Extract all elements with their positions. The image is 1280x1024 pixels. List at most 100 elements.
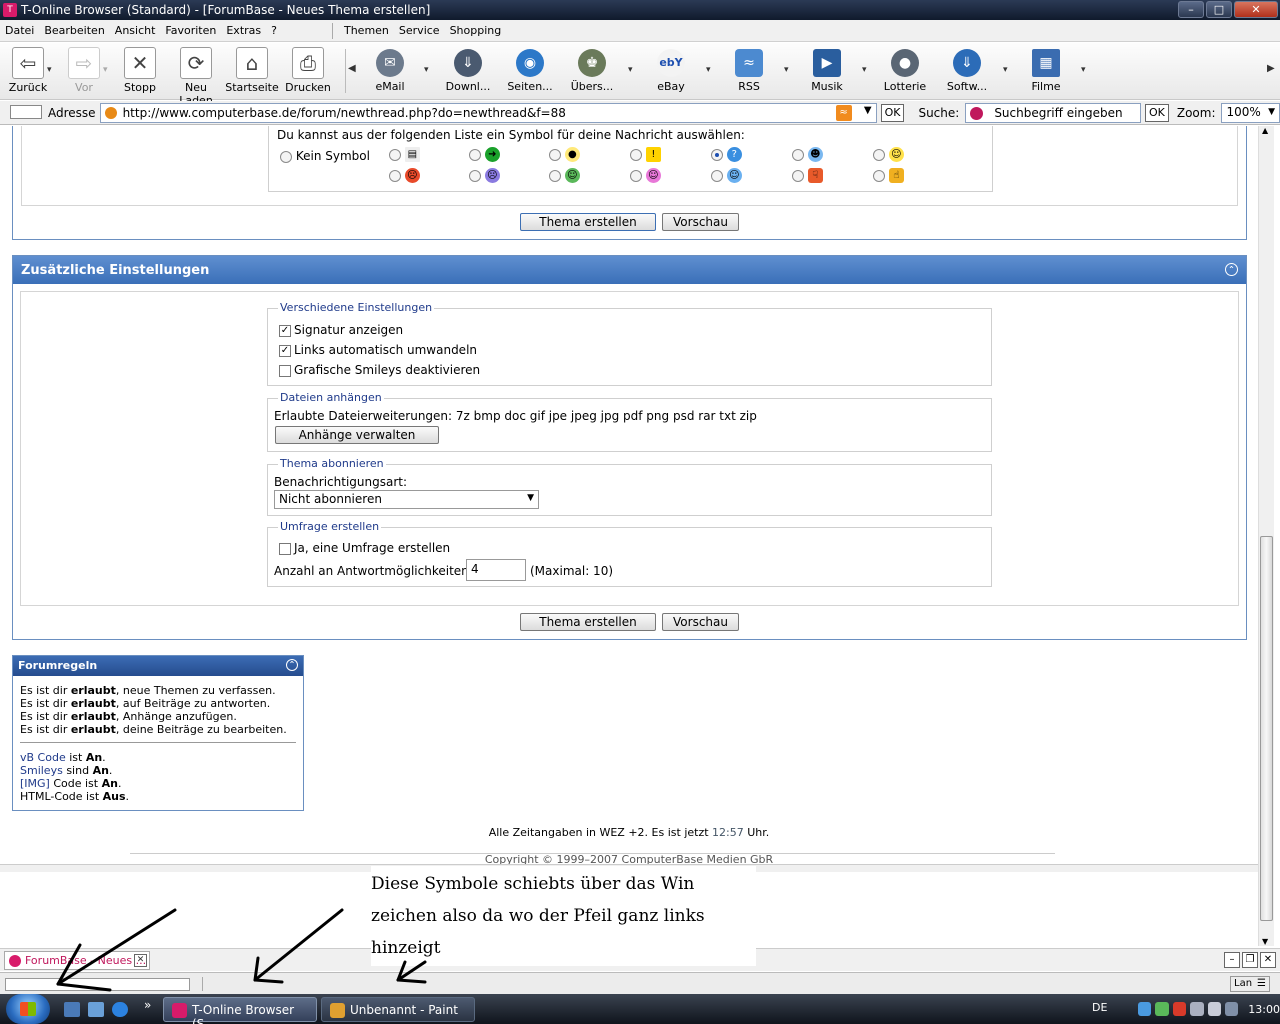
radio-icon[interactable]	[630, 169, 642, 182]
preview-button-bottom[interactable]: Vorschau	[662, 613, 739, 631]
smileys-link[interactable]: Smileys	[20, 764, 63, 777]
tray-monitor-icon[interactable]	[1190, 1002, 1204, 1016]
menu-ansicht[interactable]: Ansicht	[115, 24, 156, 37]
rss-button[interactable]: ≈ RSS	[717, 49, 781, 93]
post-icon-wink[interactable]: ☺	[711, 168, 742, 183]
disable-smileys-checkbox[interactable]	[279, 364, 291, 377]
menu-service[interactable]: Service	[399, 24, 440, 37]
music-dropdown-icon[interactable]: ▾	[862, 65, 867, 75]
switch-windows-icon[interactable]	[88, 1002, 104, 1017]
menu-bearbeiten[interactable]: Bearbeiten	[44, 24, 104, 37]
tray-network-icon[interactable]	[1138, 1002, 1152, 1016]
post-icon-question[interactable]: ?	[711, 147, 742, 162]
tray-app-icon[interactable]	[1155, 1002, 1169, 1016]
collapse-icon[interactable]: ⌃	[286, 659, 298, 671]
go-button[interactable]: OK	[880, 103, 905, 122]
search-input[interactable]: Suchbegriff eingeben	[965, 102, 1141, 123]
post-icon-laugh[interactable]: ☺	[630, 168, 661, 183]
toolbar-scroll-left-icon[interactable]: ◀	[348, 63, 356, 74]
tray-security-icon[interactable]	[1172, 1002, 1187, 1016]
reload-button[interactable]: ⟳ Neu Laden	[168, 45, 224, 107]
radio-icon[interactable]	[389, 148, 401, 161]
clock[interactable]: 13:00	[1248, 1003, 1280, 1016]
stop-button[interactable]: ✕ Stopp	[112, 45, 168, 94]
manage-attachments-button[interactable]: Anhänge verwalten	[275, 426, 439, 444]
scrollbar-thumb[interactable]	[1260, 536, 1273, 921]
software-dropdown-icon[interactable]: ▾	[1003, 65, 1008, 75]
poll-count-input[interactable]: 4	[466, 559, 526, 581]
menu-extras[interactable]: Extras	[226, 24, 261, 37]
auto-links-option[interactable]: ✓ Links automatisch umwandeln	[279, 343, 477, 357]
post-icon-cool[interactable]: ☻	[792, 147, 823, 162]
toolbar-scroll-right-icon[interactable]: ▶	[1267, 63, 1275, 74]
signature-option[interactable]: ✓ Signatur anzeigen	[279, 323, 403, 337]
language-indicator[interactable]: DE	[1092, 1001, 1107, 1014]
url-dropdown-icon[interactable]: ▼	[864, 105, 872, 116]
software-button[interactable]: ⇓ Softw...	[935, 49, 999, 93]
start-button[interactable]	[6, 994, 50, 1024]
minimize-button[interactable]: –	[1178, 1, 1204, 18]
auto-links-checkbox[interactable]: ✓	[279, 344, 291, 357]
search-go-button[interactable]: OK	[1144, 103, 1169, 122]
create-thread-button-bottom[interactable]: Thema erstellen	[520, 613, 656, 631]
radio-no-symbol[interactable]	[280, 150, 292, 163]
url-input[interactable]: http://www.computerbase.de/forum/newthre…	[99, 102, 877, 123]
radio-icon[interactable]	[792, 148, 804, 161]
translate-button[interactable]: ♚ Übers...	[560, 49, 624, 93]
create-thread-button-top[interactable]: Thema erstellen	[520, 213, 656, 231]
music-button[interactable]: ▶ Musik	[795, 49, 859, 93]
address-toggle-icon[interactable]	[10, 105, 42, 119]
poll-option[interactable]: Ja, eine Umfrage erstellen	[279, 541, 450, 555]
post-icon-arrow[interactable]: ➜	[469, 147, 500, 162]
internet-explorer-icon[interactable]	[112, 1002, 128, 1017]
post-icon-angry[interactable]: ☹	[389, 168, 420, 183]
back-dropdown-icon[interactable]: ▾	[47, 65, 52, 75]
taskbar-browser[interactable]: T-Online Browser (S...	[163, 997, 317, 1024]
translate-dropdown-icon[interactable]: ▾	[628, 65, 633, 75]
scroll-down-icon[interactable]: ▼	[1262, 937, 1268, 946]
menu-themen[interactable]: Themen	[344, 24, 389, 37]
tab-restore-icon[interactable]: ❐	[1242, 952, 1258, 968]
email-button[interactable]: ✉ eMail	[358, 49, 422, 93]
post-icon-sad[interactable]: ☹	[469, 168, 500, 183]
quicklaunch-more-icon[interactable]: »	[144, 998, 151, 1012]
preview-button-top[interactable]: Vorschau	[662, 213, 739, 231]
radio-icon[interactable]	[711, 169, 723, 182]
vb-code-link[interactable]: vB Code	[20, 751, 66, 764]
poll-checkbox[interactable]	[279, 542, 291, 555]
tab-forumbase[interactable]: ForumBase - Neues ... ✕	[4, 951, 150, 970]
radio-icon[interactable]	[873, 169, 885, 182]
maximize-button[interactable]: □	[1206, 1, 1232, 18]
post-icon-document[interactable]: ▤	[389, 147, 420, 162]
movies-button[interactable]: ▦ Filme	[1014, 49, 1078, 93]
radio-icon[interactable]	[469, 148, 481, 161]
radio-icon[interactable]	[630, 148, 642, 161]
close-button[interactable]: ✕	[1234, 1, 1278, 18]
zoom-select[interactable]: 100% ▼	[1221, 102, 1280, 123]
post-icon-smile[interactable]: ☺	[873, 147, 904, 162]
home-button[interactable]: ⌂ Startseite	[224, 45, 280, 94]
collapse-icon[interactable]: ⌃	[1225, 263, 1238, 276]
post-icon-warning[interactable]: !	[630, 147, 661, 162]
rss-dropdown-icon[interactable]: ▾	[784, 65, 789, 75]
notify-select[interactable]: Nicht abonnieren ▼	[274, 490, 539, 509]
signature-checkbox[interactable]: ✓	[279, 324, 291, 337]
print-button[interactable]: ⎙ Drucken	[280, 45, 336, 94]
post-icon-lightbulb[interactable]: ●	[549, 147, 580, 162]
post-icon-thumbs-down[interactable]: ☟	[792, 168, 823, 183]
img-code-link[interactable]: [IMG]	[20, 777, 50, 790]
menu-shopping[interactable]: Shopping	[450, 24, 502, 37]
radio-icon[interactable]	[469, 169, 481, 182]
radio-icon[interactable]	[549, 169, 561, 182]
post-icon-thumbs-up[interactable]: ☝	[873, 168, 904, 183]
menu-favoriten[interactable]: Favoriten	[165, 24, 216, 37]
radio-icon[interactable]	[389, 169, 401, 182]
volume-icon[interactable]	[1207, 1002, 1221, 1016]
pages-button[interactable]: ◉ Seiten...	[498, 49, 562, 93]
vertical-scrollbar[interactable]: ▲ ▼	[1258, 126, 1274, 946]
downloads-button[interactable]: ⇓ Downl...	[436, 49, 500, 93]
email-dropdown-icon[interactable]: ▾	[424, 65, 429, 75]
disable-smileys-option[interactable]: Grafische Smileys deaktivieren	[279, 363, 480, 377]
tab-close-icon[interactable]: ✕	[1260, 952, 1276, 968]
scroll-up-icon[interactable]: ▲	[1262, 126, 1268, 135]
